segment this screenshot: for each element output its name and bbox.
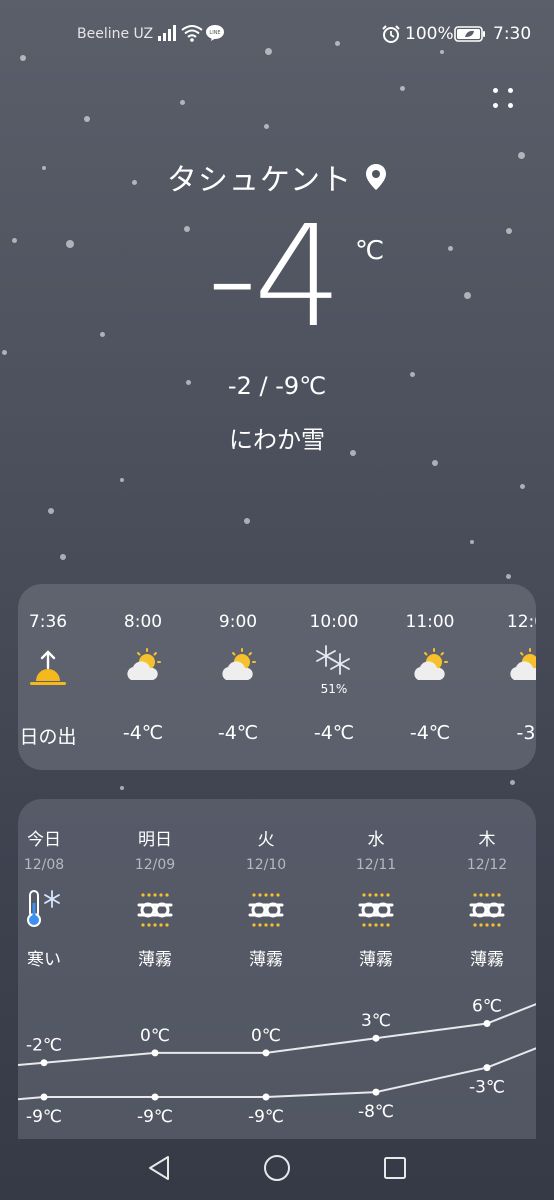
high-temperature-label: 0℃ <box>140 1026 170 1046</box>
low-temperature-label: -9℃ <box>26 1107 62 1127</box>
status-bar: Beeline UZ LINE 100% 7:30 <box>0 0 554 70</box>
more-options-button[interactable] <box>487 82 523 118</box>
battery-percentage: 100% <box>405 24 454 44</box>
hour-time: 10:00 <box>309 612 359 632</box>
menu-dot-icon <box>493 88 498 93</box>
high-temperature-label: 0℃ <box>251 1026 281 1046</box>
navigation-bar <box>0 1140 554 1200</box>
low-temperature-label: -3℃ <box>469 1078 505 1098</box>
current-temperature: -4 ℃ <box>207 208 407 356</box>
temperature-trend-chart: -2℃ 0℃ 0℃ 3℃ 6℃ -9℃ -9℃ -9℃ -8℃ -3℃ <box>18 997 536 1127</box>
location-header[interactable]: タシュケント <box>0 155 554 199</box>
current-temperature-value: -4 <box>207 196 343 359</box>
menu-dot-icon <box>508 88 513 93</box>
sunrise-icon <box>30 650 66 685</box>
low-temperature-point <box>151 1093 159 1101</box>
hour-item: 12:0 -3 <box>478 584 536 770</box>
hour-temperature: -3 <box>516 722 536 744</box>
low-temperature-point <box>40 1093 48 1101</box>
hour-temperature: -4℃ <box>217 722 259 744</box>
recents-icon[interactable] <box>383 1154 407 1182</box>
svg-text:LINE: LINE <box>209 30 220 36</box>
high-temperature-label: 6℃ <box>472 997 502 1017</box>
high-temperature-label: -2℃ <box>26 1036 62 1056</box>
temperature-unit: ℃ <box>355 236 385 266</box>
hour-temperature: -4℃ <box>313 722 355 744</box>
partly-cloudy-icon <box>127 648 161 680</box>
low-temperature-label: -8℃ <box>358 1102 394 1122</box>
snow-icon <box>316 645 350 675</box>
high-temperature-point <box>483 1020 491 1027</box>
low-temperature-point <box>372 1088 380 1096</box>
precipitation-probability: 51% <box>320 682 348 696</box>
hourly-forecast[interactable]: 7:36 日の出 8:00 -4℃ 9:00 -4℃ 10:00 51% -4℃… <box>18 584 536 770</box>
battery-icon <box>454 26 485 42</box>
low-temperature-label: -9℃ <box>248 1107 284 1127</box>
back-icon[interactable] <box>146 1154 172 1182</box>
weather-condition: にわか雪 <box>229 426 325 454</box>
carrier-name: Beeline UZ <box>77 26 154 42</box>
high-temperature-point <box>151 1049 159 1057</box>
partly-cloudy-icon <box>414 648 448 680</box>
hour-item: 10:00 51% -4℃ <box>286 584 382 770</box>
high-temperature-point <box>372 1034 380 1042</box>
hour-temperature: -4℃ <box>409 722 451 744</box>
line-app-icon: LINE <box>206 25 224 41</box>
daily-forecast[interactable]: 今日 12/08 寒い 明日 12/09 薄霧 火 12/10 薄霧 水 12/… <box>18 799 536 1139</box>
hour-item: 7:36 日の出 <box>18 584 96 770</box>
signal-icon <box>158 25 176 41</box>
menu-dot-icon <box>508 103 513 108</box>
wifi-icon <box>181 25 203 42</box>
hour-time: 12:0 <box>506 612 536 632</box>
hour-time: 7:36 <box>28 612 68 632</box>
temperature-range: -2 / -9℃ <box>227 372 327 400</box>
status-clock: 7:30 <box>493 24 532 44</box>
hour-item: 11:00 -4℃ <box>382 584 478 770</box>
hour-item: 8:00 -4℃ <box>95 584 191 770</box>
low-temperature-point <box>483 1064 491 1072</box>
partly-cloudy-icon <box>510 648 536 680</box>
hour-time: 9:00 <box>218 612 258 632</box>
hour-label: 日の出 <box>19 726 77 748</box>
low-temperature-point <box>262 1093 270 1101</box>
city-name: タシュケント <box>166 163 352 198</box>
home-icon[interactable] <box>263 1154 291 1182</box>
high-temperature-point <box>262 1049 270 1057</box>
partly-cloudy-icon <box>222 648 256 680</box>
menu-dot-icon <box>493 103 498 108</box>
hour-time: 11:00 <box>405 612 455 632</box>
high-temperature-point <box>40 1059 48 1067</box>
low-temperature-label: -9℃ <box>137 1107 173 1127</box>
low-temperature-line <box>18 1047 536 1101</box>
alarm-icon <box>382 25 400 43</box>
high-temperature-label: 3℃ <box>361 1011 391 1031</box>
hour-time: 8:00 <box>123 612 163 632</box>
hour-item: 9:00 -4℃ <box>190 584 286 770</box>
hour-temperature: -4℃ <box>122 722 164 744</box>
location-pin-icon <box>366 164 387 190</box>
